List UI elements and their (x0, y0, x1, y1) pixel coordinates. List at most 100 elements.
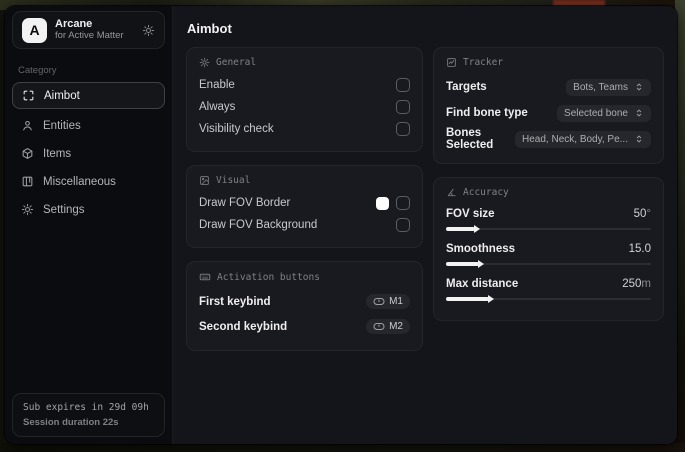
setting-row: Draw FOV Background (199, 214, 410, 236)
select-label: Find bone type (446, 107, 528, 119)
mouse-icon (373, 297, 385, 306)
slider-fill[interactable] (446, 297, 490, 301)
sidebar-item-entities[interactable]: Entities (12, 112, 165, 139)
slider-unit: ° (646, 207, 651, 220)
fov-border-color-swatch[interactable] (376, 196, 389, 210)
setting-label: Draw FOV Border (199, 197, 291, 209)
smoothness-slider[interactable] (446, 262, 651, 266)
select-label: Targets (446, 81, 487, 93)
section-title: Accuracy (463, 187, 509, 198)
section-title: Activation buttons (217, 271, 320, 283)
keybind-row: First keybind M1 (199, 289, 410, 314)
person-icon (21, 119, 34, 132)
game-backdrop-bottom (0, 443, 685, 452)
targets-select[interactable]: Bots, Teams (566, 78, 651, 96)
select-row: Bones Selected Head, Neck, Body, Pe... (446, 126, 651, 152)
unfold-icon (634, 134, 644, 144)
settings-sun-icon (199, 57, 210, 68)
sidebar-item-label: Aimbot (44, 89, 80, 102)
category-nav: Aimbot Entities Items Miscellaneous Sett… (5, 82, 172, 223)
keybind-row: Second keybind M2 (199, 314, 410, 339)
setting-row: Visibility check (199, 118, 410, 140)
slider-value: 250 (622, 277, 642, 290)
brand-card: A Arcane for Active Matter (12, 11, 165, 49)
sidebar-item-settings[interactable]: Settings (12, 196, 165, 223)
slider-unit: m (641, 277, 651, 290)
brand-subtitle: for Active Matter (55, 29, 124, 41)
activity-icon (446, 57, 457, 68)
slider-fill[interactable] (446, 262, 479, 266)
sidebar: A Arcane for Active Matter Category Aimb… (5, 6, 173, 444)
keybind-value: M1 (389, 296, 403, 307)
main-panel: Aimbot General Enable Always Visibility … (173, 6, 677, 444)
always-checkbox[interactable] (396, 100, 410, 114)
keybind-label: Second keybind (199, 320, 288, 333)
slider-value: 50 (633, 207, 647, 220)
accuracy-card: Accuracy FOV size 50° Smoothness 15.0 Ma… (433, 177, 664, 321)
subscription-status-card: Sub expires in 29d 09h Session duration … (12, 393, 165, 437)
category-label: Category (18, 65, 57, 76)
activation-buttons-card: Activation buttons First keybind M1 Seco… (186, 261, 423, 351)
general-card: General Enable Always Visibility check (186, 47, 423, 152)
image-icon (199, 175, 210, 186)
draw-fov-background-checkbox[interactable] (396, 218, 410, 232)
slider-fill[interactable] (446, 227, 475, 231)
keybind-value: M2 (389, 321, 403, 332)
mouse-icon (373, 322, 385, 331)
sidebar-item-aimbot[interactable]: Aimbot (12, 82, 165, 109)
layout-grid-icon (21, 175, 34, 188)
select-value: Head, Neck, Body, Pe... (522, 133, 628, 145)
second-keybind-badge[interactable]: M2 (366, 319, 410, 334)
select-label: Bones Selected (446, 127, 494, 151)
setting-row: Always (199, 96, 410, 118)
right-column: Tracker Targets Bots, Teams Find bone ty… (433, 47, 664, 321)
sidebar-item-miscellaneous[interactable]: Miscellaneous (12, 168, 165, 195)
fov-size-slider[interactable] (446, 227, 651, 231)
visibility-check-checkbox[interactable] (396, 122, 410, 136)
brand-logo: A (22, 17, 47, 43)
sub-expiry-text: Sub expires in 29d 09h (23, 402, 149, 413)
cube-icon (21, 147, 34, 160)
find-bone-type-select[interactable]: Selected bone (557, 104, 651, 122)
unfold-icon (634, 108, 644, 118)
gear-icon (21, 203, 34, 216)
slider-group: Smoothness 15.0 (446, 239, 651, 266)
keybind-label: First keybind (199, 295, 271, 308)
select-value: Bots, Teams (573, 81, 628, 93)
bones-selected-select[interactable]: Head, Neck, Body, Pe... (515, 130, 651, 148)
max-distance-slider[interactable] (446, 297, 651, 301)
slider-value: 15.0 (628, 242, 651, 255)
slider-group: FOV size 50° (446, 204, 651, 231)
sidebar-item-label: Entities (43, 119, 81, 132)
tracker-card: Tracker Targets Bots, Teams Find bone ty… (433, 47, 664, 164)
section-title: Tracker (463, 57, 504, 68)
select-row: Find bone type Selected bone (446, 100, 651, 126)
slider-label: Smoothness (446, 242, 516, 255)
left-column: General Enable Always Visibility check V… (186, 47, 423, 351)
enable-checkbox[interactable] (396, 78, 410, 92)
setting-label: Visibility check (199, 123, 274, 135)
draw-fov-border-checkbox[interactable] (396, 196, 410, 210)
select-row: Targets Bots, Teams (446, 74, 651, 100)
setting-label: Always (199, 101, 236, 113)
sidebar-item-items[interactable]: Items (12, 140, 165, 167)
unfold-icon (634, 82, 644, 92)
setting-row: Enable (199, 74, 410, 96)
cheat-menu-window: A Arcane for Active Matter Category Aimb… (5, 6, 677, 444)
page-title: Aimbot (187, 21, 232, 36)
sidebar-item-label: Settings (43, 203, 85, 216)
session-duration-text: Session duration 22s (23, 417, 119, 428)
slider-label: Max distance (446, 277, 519, 290)
section-title: Visual (216, 175, 251, 186)
setting-label: Draw FOV Background (199, 219, 318, 231)
brand-title: Arcane (55, 18, 93, 31)
setting-row: Draw FOV Border (199, 192, 410, 214)
section-title: General (216, 57, 257, 68)
first-keybind-badge[interactable]: M1 (366, 294, 410, 309)
crosshair-icon (22, 89, 35, 102)
slider-label: FOV size (446, 207, 495, 220)
visual-card: Visual Draw FOV Border Draw FOV Backgrou… (186, 165, 423, 248)
slider-group: Max distance 250m (446, 274, 651, 301)
gear-icon[interactable] (142, 24, 155, 37)
keyboard-icon (199, 271, 211, 283)
